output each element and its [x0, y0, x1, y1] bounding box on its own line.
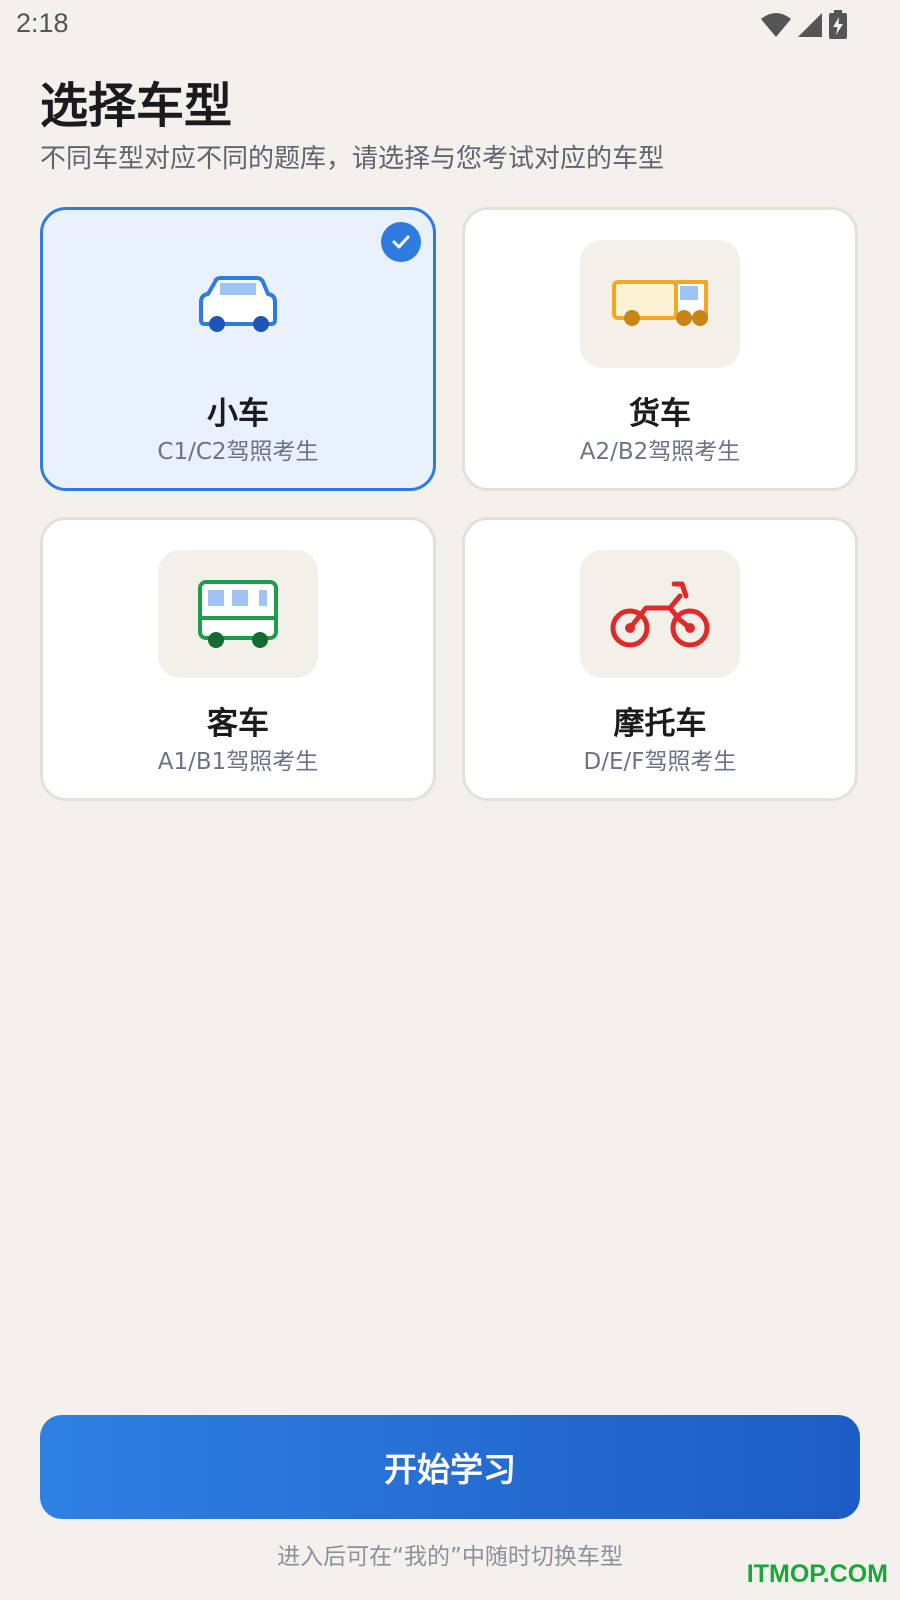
watermark-logo: ITMOP.COM [746, 1560, 888, 1588]
car-icon [199, 276, 277, 332]
vehicle-card-name: 摩托车 [613, 706, 707, 742]
truck-icon [612, 280, 708, 326]
battery-charging-icon [829, 10, 847, 39]
vehicle-type-grid: 小车 C1/C2驾照考生 货车 A2/B2驾照考生 客车 A1/B1驾照考生 摩… [40, 207, 860, 801]
motorcycle-icon-box [580, 550, 740, 678]
vehicle-card-license: A2/B2驾照考生 [579, 439, 741, 465]
vehicle-card-name: 客车 [207, 706, 269, 742]
selected-check-icon [381, 222, 421, 262]
status-icons [760, 10, 848, 40]
vehicle-card-name: 货车 [629, 396, 691, 432]
car-icon-box [158, 240, 318, 368]
page-subtitle: 不同车型对应不同的题库，请选择与您考试对应的车型 [40, 144, 665, 174]
vehicle-card-name: 小车 [207, 396, 269, 432]
bus-icon-box [158, 550, 318, 678]
start-learning-button[interactable]: 开始学习 [40, 1415, 860, 1519]
motorcycle-icon [610, 581, 710, 648]
vehicle-card-license: A1/B1驾照考生 [157, 749, 319, 775]
wifi-icon [761, 13, 791, 37]
status-bar: 2:18 [0, 0, 900, 50]
vehicle-card-license: D/E/F驾照考生 [583, 749, 737, 775]
bus-icon [198, 580, 278, 648]
vehicle-card-motorcycle[interactable]: 摩托车 D/E/F驾照考生 [462, 517, 858, 801]
vehicle-card-license: C1/C2驾照考生 [157, 439, 319, 465]
signal-icon [798, 13, 822, 37]
vehicle-card-car[interactable]: 小车 C1/C2驾照考生 [40, 207, 436, 491]
status-time: 2:18 [16, 8, 69, 38]
vehicle-type-screen: 2:18 选择车型 不同车型对应不同的题库，请选择与您考试对应的车型 小车 C1… [0, 0, 900, 1600]
vehicle-card-truck[interactable]: 货车 A2/B2驾照考生 [462, 207, 858, 491]
vehicle-card-bus[interactable]: 客车 A1/B1驾照考生 [40, 517, 436, 801]
truck-icon-box [580, 240, 740, 368]
page-title: 选择车型 [40, 78, 233, 134]
